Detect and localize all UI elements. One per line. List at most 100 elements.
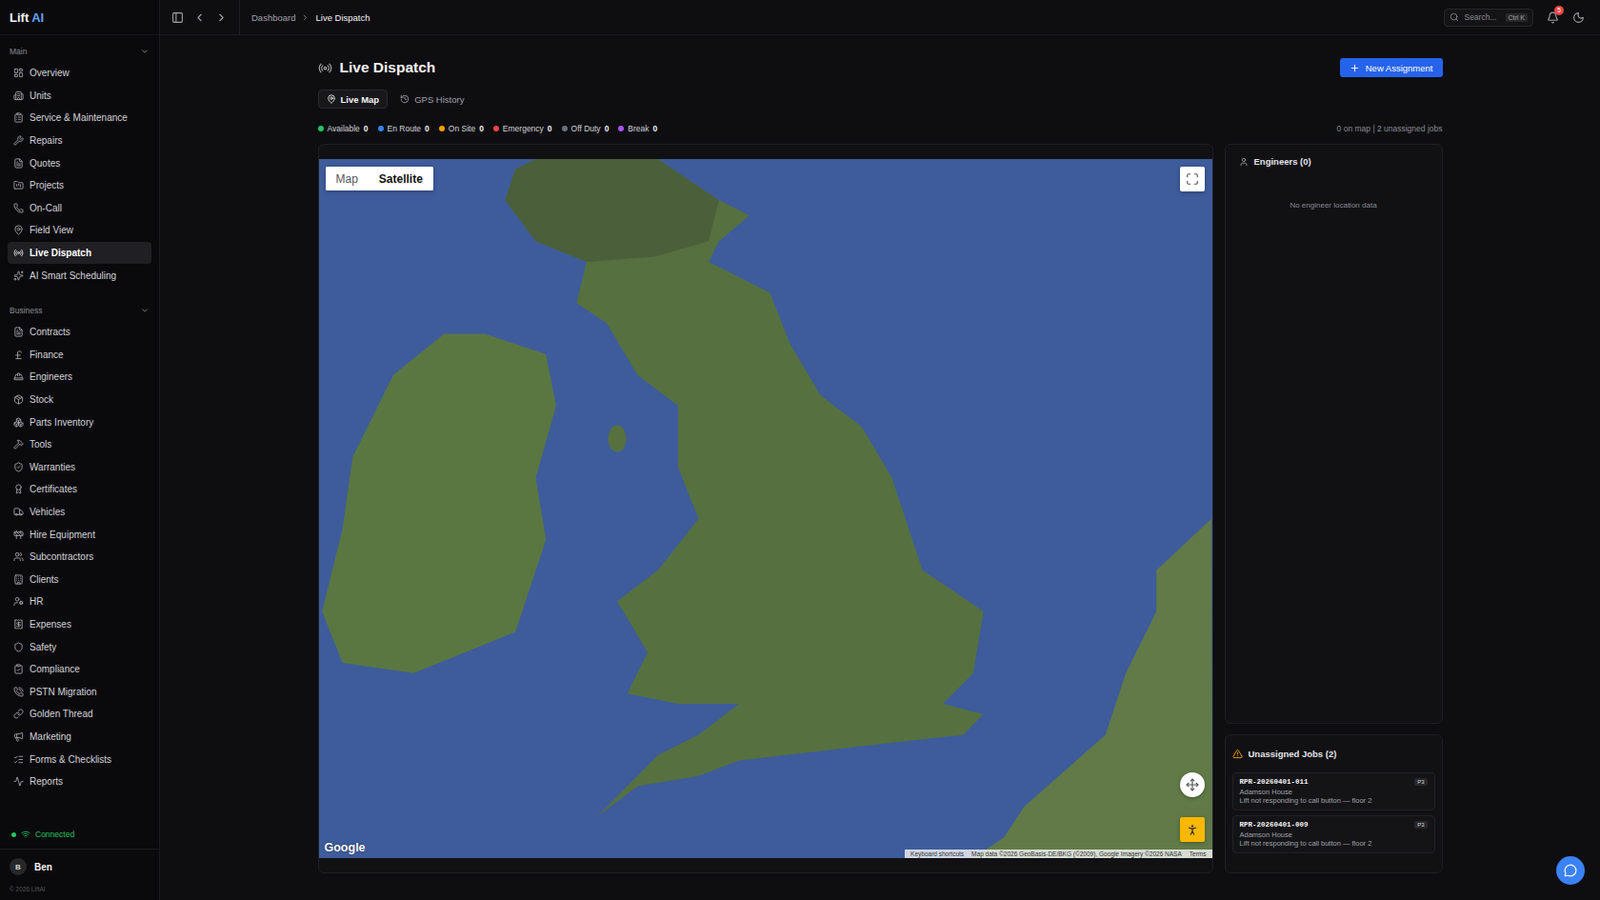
job-card[interactable]: RPR-20260401-011P3Adamson HouseLift not … xyxy=(1232,772,1436,811)
job-site: Adamson House xyxy=(1240,830,1428,840)
nav-icon xyxy=(13,708,24,720)
forward-icon[interactable] xyxy=(215,11,228,24)
sidebar-item[interactable]: Overview xyxy=(7,61,152,85)
sidebar-item[interactable]: Safety xyxy=(7,635,152,659)
satellite-imagery[interactable] xyxy=(319,159,1213,859)
sidebar-item[interactable]: Units xyxy=(7,84,152,108)
attribution-link[interactable]: Map data ©2026 GeoBasis-DE/BKG (©2009), … xyxy=(971,850,1182,858)
job-issue: Lift not responding to call button — flo… xyxy=(1240,839,1428,848)
attribution-link[interactable]: Terms xyxy=(1189,850,1207,858)
sidebar-toggle-icon[interactable] xyxy=(171,11,184,24)
sidebar-item[interactable]: Vehicles xyxy=(7,500,152,524)
fullscreen-icon xyxy=(1185,172,1200,186)
sidebar-item-label: Quotes xyxy=(29,158,60,169)
sidebar-item[interactable]: Stock xyxy=(7,388,152,412)
status-item: Emergency0 xyxy=(493,123,553,134)
live-map[interactable]: MapSatelliteGoogleKeyboard shortcutsMap … xyxy=(319,159,1213,859)
sidebar-item[interactable]: Contracts xyxy=(7,320,152,344)
moon-icon[interactable] xyxy=(1572,11,1585,24)
sidebar-item[interactable]: Projects xyxy=(7,174,152,198)
sidebar-item-label: Reports xyxy=(29,776,63,787)
nav-icon xyxy=(13,202,24,214)
notification-badge: 5 xyxy=(1554,5,1564,16)
sidebar-item-label: Subcontractors xyxy=(29,551,94,562)
sidebar-item[interactable]: PSTN Migration xyxy=(7,680,152,703)
nav-icon xyxy=(13,394,24,405)
copyright: © 2026 LiftAI xyxy=(0,883,160,900)
sidebar-item[interactable]: Compliance xyxy=(7,658,152,681)
sidebar-item[interactable]: Subcontractors xyxy=(7,545,152,569)
brand-logo[interactable]: LiftAI xyxy=(0,0,160,36)
back-icon[interactable] xyxy=(193,11,206,24)
section-header[interactable]: Main xyxy=(7,40,152,62)
sidebar-item-label: Overview xyxy=(29,67,70,79)
search-field[interactable]: Search...Ctrl K xyxy=(1443,8,1534,27)
breadcrumb-separator-icon xyxy=(300,13,310,22)
attribution-link[interactable]: Keyboard shortcuts xyxy=(910,850,964,858)
sidebar-item[interactable]: Reports xyxy=(7,770,152,794)
sidebar-item-label: Tools xyxy=(29,439,52,450)
job-card[interactable]: RPR-20260401-009P3Adamson HouseLift not … xyxy=(1232,815,1436,854)
tab[interactable]: GPS History xyxy=(391,89,473,109)
chat-button[interactable] xyxy=(1556,856,1585,885)
status-dot xyxy=(618,125,624,132)
sidebar-item-label: Units xyxy=(29,90,52,101)
nav-icon xyxy=(13,270,24,281)
sidebar-item[interactable]: Service & Maintenance xyxy=(7,106,152,130)
sidebar-item[interactable]: Expenses xyxy=(7,613,152,637)
brand-name: Lift xyxy=(9,10,29,25)
sidebar-item[interactable]: HR xyxy=(7,590,152,614)
map-type-button[interactable]: Satellite xyxy=(368,166,434,191)
user-profile[interactable]: BBen xyxy=(0,848,160,884)
sidebar-item[interactable]: Engineers xyxy=(7,365,152,389)
nav-icon xyxy=(13,326,24,338)
sidebar-item-label: HR xyxy=(29,596,43,607)
nav-icon xyxy=(13,371,24,382)
nav-icon xyxy=(13,67,24,79)
status-dot xyxy=(439,125,445,132)
sidebar-item-label: Live Dispatch xyxy=(29,247,92,259)
engineers-header: Engineers (0) xyxy=(1239,156,1429,167)
sidebar-item[interactable]: Clients xyxy=(7,567,152,591)
new-assignment-button[interactable]: New Assignment xyxy=(1340,58,1443,78)
nav-icon xyxy=(13,112,24,123)
status-count: 0 xyxy=(363,123,369,134)
sidebar-item[interactable]: Repairs xyxy=(7,129,152,153)
sidebar-item[interactable]: Quotes xyxy=(7,151,152,175)
map-type-button[interactable]: Map xyxy=(325,166,369,191)
fullscreen-button[interactable] xyxy=(1180,166,1205,192)
page-header: Live DispatchNew Assignment xyxy=(318,56,1443,80)
sidebar-item-label: Golden Thread xyxy=(29,708,94,720)
sidebar-item[interactable]: AI Smart Scheduling xyxy=(7,263,152,287)
sidebar-item-label: On-Call xyxy=(29,202,62,214)
status-count: 0 xyxy=(547,123,553,134)
notifications-button[interactable]: 5 xyxy=(1546,11,1560,24)
sidebar-item[interactable]: Certificates xyxy=(7,478,152,501)
sidebar-item[interactable]: Hire Equipment xyxy=(7,522,152,546)
breadcrumb[interactable]: Dashboard xyxy=(251,12,296,23)
connection-dot xyxy=(11,832,17,838)
tabs: Live MapGPS History xyxy=(318,89,1443,109)
status-count: 0 xyxy=(424,123,430,134)
topbar: Dashboard Live Dispatch Search...Ctrl K 5 xyxy=(160,0,1600,36)
sidebar-item[interactable]: On-Call xyxy=(7,197,152,220)
street-view-button[interactable] xyxy=(1180,817,1205,842)
nav-icon xyxy=(13,90,24,101)
sidebar-item[interactable]: Tools xyxy=(7,433,152,457)
wifi-icon xyxy=(20,829,31,840)
sidebar-item[interactable]: Field View xyxy=(7,219,152,242)
sidebar-item[interactable]: Parts Inventory xyxy=(7,410,152,434)
breadcrumb[interactable]: Live Dispatch xyxy=(315,12,370,23)
tab[interactable]: Live Map xyxy=(318,89,389,109)
sidebar-item[interactable]: Live Dispatch xyxy=(7,241,152,265)
sidebar-item[interactable]: Finance xyxy=(7,343,152,367)
sidebar-item[interactable]: Forms & Checklists xyxy=(7,747,152,771)
section-header[interactable]: Business xyxy=(7,300,152,321)
sidebar-item[interactable]: Golden Thread xyxy=(7,702,152,726)
sidebar-item-label: Marketing xyxy=(29,731,72,742)
pan-control[interactable] xyxy=(1180,772,1205,798)
sidebar-item[interactable]: Warranties xyxy=(7,456,152,480)
sidebar-item-label: Hire Equipment xyxy=(29,529,96,540)
nav-icon xyxy=(13,506,24,518)
sidebar-item[interactable]: Marketing xyxy=(7,725,152,749)
